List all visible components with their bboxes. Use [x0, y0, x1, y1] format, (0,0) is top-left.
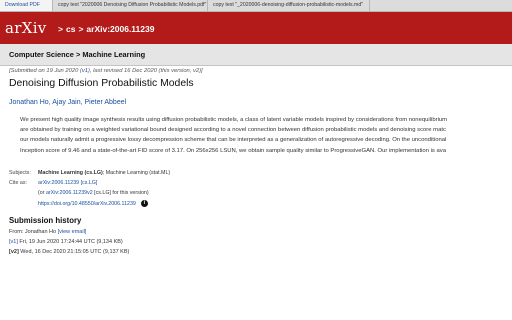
arxiv-logo[interactable]: arXiv: [5, 19, 47, 37]
history-from: From: Jonathan Ho [view email]: [9, 229, 86, 235]
info-icon[interactable]: i: [140, 200, 148, 207]
history-v1: [v1] Fri, 19 Jun 2020 17:24:44 UTC (9,13…: [9, 239, 123, 245]
breadcrumb-paper-id: arXiv:2006.11239: [86, 24, 155, 34]
author-link[interactable]: Ajay Jain: [52, 99, 80, 106]
cite-version-suffix: [cs.LG] for this version): [92, 190, 149, 196]
author-list: Jonathan Ho, Ajay Jain, Pieter Abbeel: [9, 99, 127, 106]
author-link[interactable]: Pieter Abbeel: [85, 99, 127, 106]
doi-link[interactable]: https://doi.org/10.48550/arXiv.2006.1123…: [38, 201, 136, 207]
history-v2-date: Wed, 16 Dec 2020 21:15:05 UTC (9,137 KB): [18, 249, 130, 255]
cite-label: Cite as:: [9, 180, 27, 186]
submission-suffix: ), last revised 16 Dec 2020 (this versio…: [87, 68, 203, 74]
breadcrumb: > cs > arXiv:2006.11239: [58, 24, 157, 34]
cite-version-link[interactable]: arXiv:2006.11239v2: [46, 190, 93, 196]
submission-history-heading: Submission history: [9, 216, 82, 225]
history-v2-tag: [v2]: [9, 249, 19, 255]
breadcrumb-separator: >: [78, 24, 84, 34]
abstract-line: We present high quality image synthesis …: [20, 117, 448, 123]
submission-dates: [Submitted on 19 Jun 2020 (v1), last rev…: [9, 68, 203, 74]
tab-download-pdf[interactable]: Download PDF: [0, 0, 53, 11]
subjects-main: Machine Learning (cs.LG): [38, 170, 103, 176]
category-bar: Computer Science > Machine Learning: [0, 44, 512, 66]
tab-copy-text-md[interactable]: copy text "_2020006-denoising-diffusion-…: [208, 0, 370, 11]
category-title: Computer Science > Machine Learning: [9, 50, 146, 59]
arxiv-header: arXiv > cs > arXiv:2006.11239: [0, 12, 512, 44]
breadcrumb-cs-link[interactable]: cs: [66, 24, 75, 34]
cite-version: (or arXiv:2006.11239v2 [cs.LG] for this …: [38, 190, 149, 196]
submission-prefix: [Submitted on 19 Jun 2020 (: [9, 68, 82, 74]
cite-link[interactable]: arXiv:2006.11239 [cs.LG]: [38, 180, 97, 186]
doi-value: https://doi.org/10.48550/arXiv.2006.1123…: [38, 200, 148, 207]
abstract: We present high quality image synthesis …: [20, 115, 512, 156]
subjects-value: Machine Learning (cs.LG); Machine Learni…: [38, 170, 170, 176]
abstract-line: Inception score of 9.46 and a state-of-t…: [20, 147, 446, 154]
abstract-line: our models naturally admit a progressive…: [20, 137, 447, 144]
browser-tab-bar: Download PDF copy text "2020006 Denoisin…: [0, 0, 512, 12]
paper-title: Denoising Diffusion Probabilistic Models: [9, 78, 194, 89]
view-email-link[interactable]: [view email]: [58, 229, 87, 235]
breadcrumb-separator: >: [58, 24, 63, 34]
subjects-label: Subjects:: [9, 170, 31, 176]
author-link[interactable]: Jonathan Ho: [9, 99, 49, 106]
history-v1-date: Fri, 19 Jun 2020 17:24:44 UTC (9,134 KB): [17, 239, 123, 245]
tab-copy-text-pdf[interactable]: copy text "2020006 Denoising Diffusion P…: [53, 0, 208, 11]
history-from-text: From: Jonathan Ho: [9, 229, 58, 235]
history-v1-link[interactable]: [v1]: [9, 239, 18, 245]
cite-version-prefix: (or: [38, 190, 46, 196]
subjects-rest: ; Machine Learning (stat.ML): [102, 170, 171, 176]
abstract-line: are obtained by training on a weighted v…: [20, 127, 446, 134]
history-v2: [v2] Wed, 16 Dec 2020 21:15:05 UTC (9,13…: [9, 249, 129, 255]
